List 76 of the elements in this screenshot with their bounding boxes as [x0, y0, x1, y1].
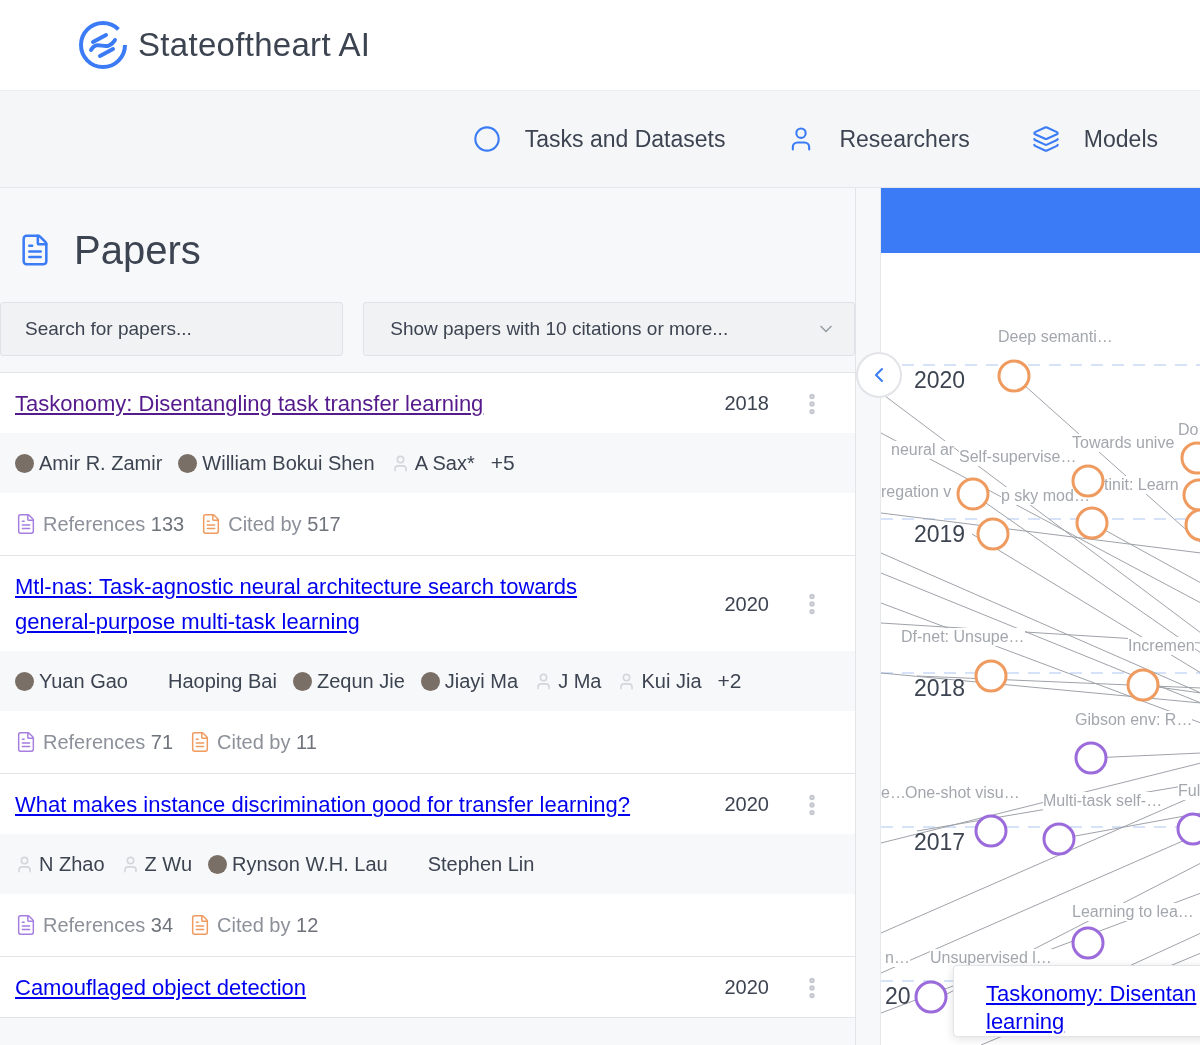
- author-name: Stephen Lin: [427, 852, 535, 876]
- node-label: regation v: [881, 483, 952, 501]
- author-name: N Zhao: [39, 852, 105, 876]
- paper-title-link[interactable]: Taskonomy: Disentangling task transfer learning: [15, 386, 484, 421]
- graph-node[interactable]: [1176, 812, 1200, 846]
- graph-node[interactable]: [1075, 506, 1109, 540]
- more-authors-count: +2: [717, 669, 742, 693]
- citations-count: Cited by 517: [228, 512, 341, 536]
- more-authors-count: +5: [490, 451, 515, 475]
- graph-node[interactable]: [1184, 508, 1200, 542]
- paper-year: 2020: [724, 592, 769, 616]
- graph-node[interactable]: [956, 477, 990, 511]
- node-label: Incremen: [1128, 637, 1195, 655]
- citations-count: Cited by 11: [217, 730, 317, 754]
- node-label: neural ar: [891, 441, 955, 459]
- graph-node[interactable]: [974, 659, 1008, 693]
- references-icon: [15, 513, 37, 535]
- references-count: References 71: [43, 730, 174, 754]
- node-label: Multi-task self-…: [1043, 792, 1163, 810]
- graph-node[interactable]: [1074, 741, 1108, 775]
- graph-node[interactable]: [974, 814, 1008, 848]
- references-icon: [15, 731, 37, 753]
- nav-link[interactable]: Tasks and Datasets: [472, 125, 726, 153]
- node-label: Self-supervise…: [959, 448, 1077, 466]
- references-count: References 133: [43, 512, 185, 536]
- popup-title-link[interactable]: Taskonomy: Disentan learning: [986, 980, 1200, 1036]
- author-name: Z Wu: [144, 852, 192, 876]
- node-label: Learning to lea…: [1072, 903, 1194, 921]
- references-icon: [15, 914, 37, 936]
- node-label: tinit: Learn: [1104, 476, 1179, 494]
- author-name: J Ma: [558, 669, 602, 693]
- page-title: Papers: [74, 227, 201, 273]
- author-name: Kui Jia: [641, 669, 702, 693]
- year-label: 2020: [914, 367, 966, 394]
- search-field[interactable]: Search for papers...: [0, 302, 344, 356]
- logo-icon: [78, 20, 128, 70]
- author-name: A Sax*: [414, 451, 475, 475]
- brand-name: Stateoftheart AI: [138, 26, 371, 64]
- author-name: Amir R. Zamir: [39, 451, 163, 475]
- graph-node[interactable]: [1042, 822, 1076, 856]
- circle-icon: [472, 125, 501, 153]
- year-label: 20: [885, 983, 911, 1010]
- author-name: Haoping Bai: [167, 669, 277, 693]
- graph-node[interactable]: [1071, 926, 1105, 960]
- graph-node[interactable]: [1180, 441, 1200, 475]
- graph-node[interactable]: [1126, 668, 1160, 702]
- author-name: Zequn Jie: [316, 669, 405, 693]
- node-label: Deep semanti…: [998, 328, 1113, 346]
- year-label: 2018: [914, 675, 966, 702]
- author-name: William Bokui Shen: [202, 451, 375, 475]
- collapse-button[interactable]: [856, 352, 902, 398]
- references-count: References 34: [43, 913, 174, 937]
- node-label: Ful: [1178, 782, 1200, 800]
- paper-year: 2018: [724, 392, 769, 415]
- year-label: 2019: [914, 521, 966, 548]
- graph-node[interactable]: [997, 359, 1031, 393]
- paper-title-link[interactable]: What makes instance discrimination good for transfer learning?: [15, 787, 631, 822]
- node-label: Unsupervised l…: [930, 949, 1052, 967]
- node-label: Df-net: Unsupe…: [901, 628, 1025, 646]
- graph-node[interactable]: [914, 980, 948, 1014]
- author-name: Rynson W.H. Lau: [232, 852, 388, 876]
- paper-title-link[interactable]: Camouflaged object detection: [15, 970, 307, 1005]
- nav-link[interactable]: Models: [1031, 125, 1158, 153]
- paper-year: 2020: [724, 976, 769, 999]
- graph-node[interactable]: [976, 517, 1010, 551]
- author-name: Yuan Gao: [39, 669, 128, 693]
- graph-node[interactable]: [1182, 478, 1200, 512]
- node-label: Towards unive: [1072, 434, 1175, 452]
- citation-filter-select[interactable]: Show papers with 10 citations or more...: [363, 302, 855, 356]
- author-name: Jiayi Ma: [444, 669, 519, 693]
- paper-year: 2020: [724, 793, 769, 816]
- year-label: 2017: [914, 829, 966, 856]
- citations-count: Cited by 12: [217, 913, 319, 937]
- nav-link[interactable]: Researchers: [787, 125, 970, 153]
- paper-title-link[interactable]: Mtl-nas: Task-agnostic neural architecture search towards general-purpose multi-task learning: [15, 569, 655, 639]
- layers-icon: [1031, 125, 1060, 153]
